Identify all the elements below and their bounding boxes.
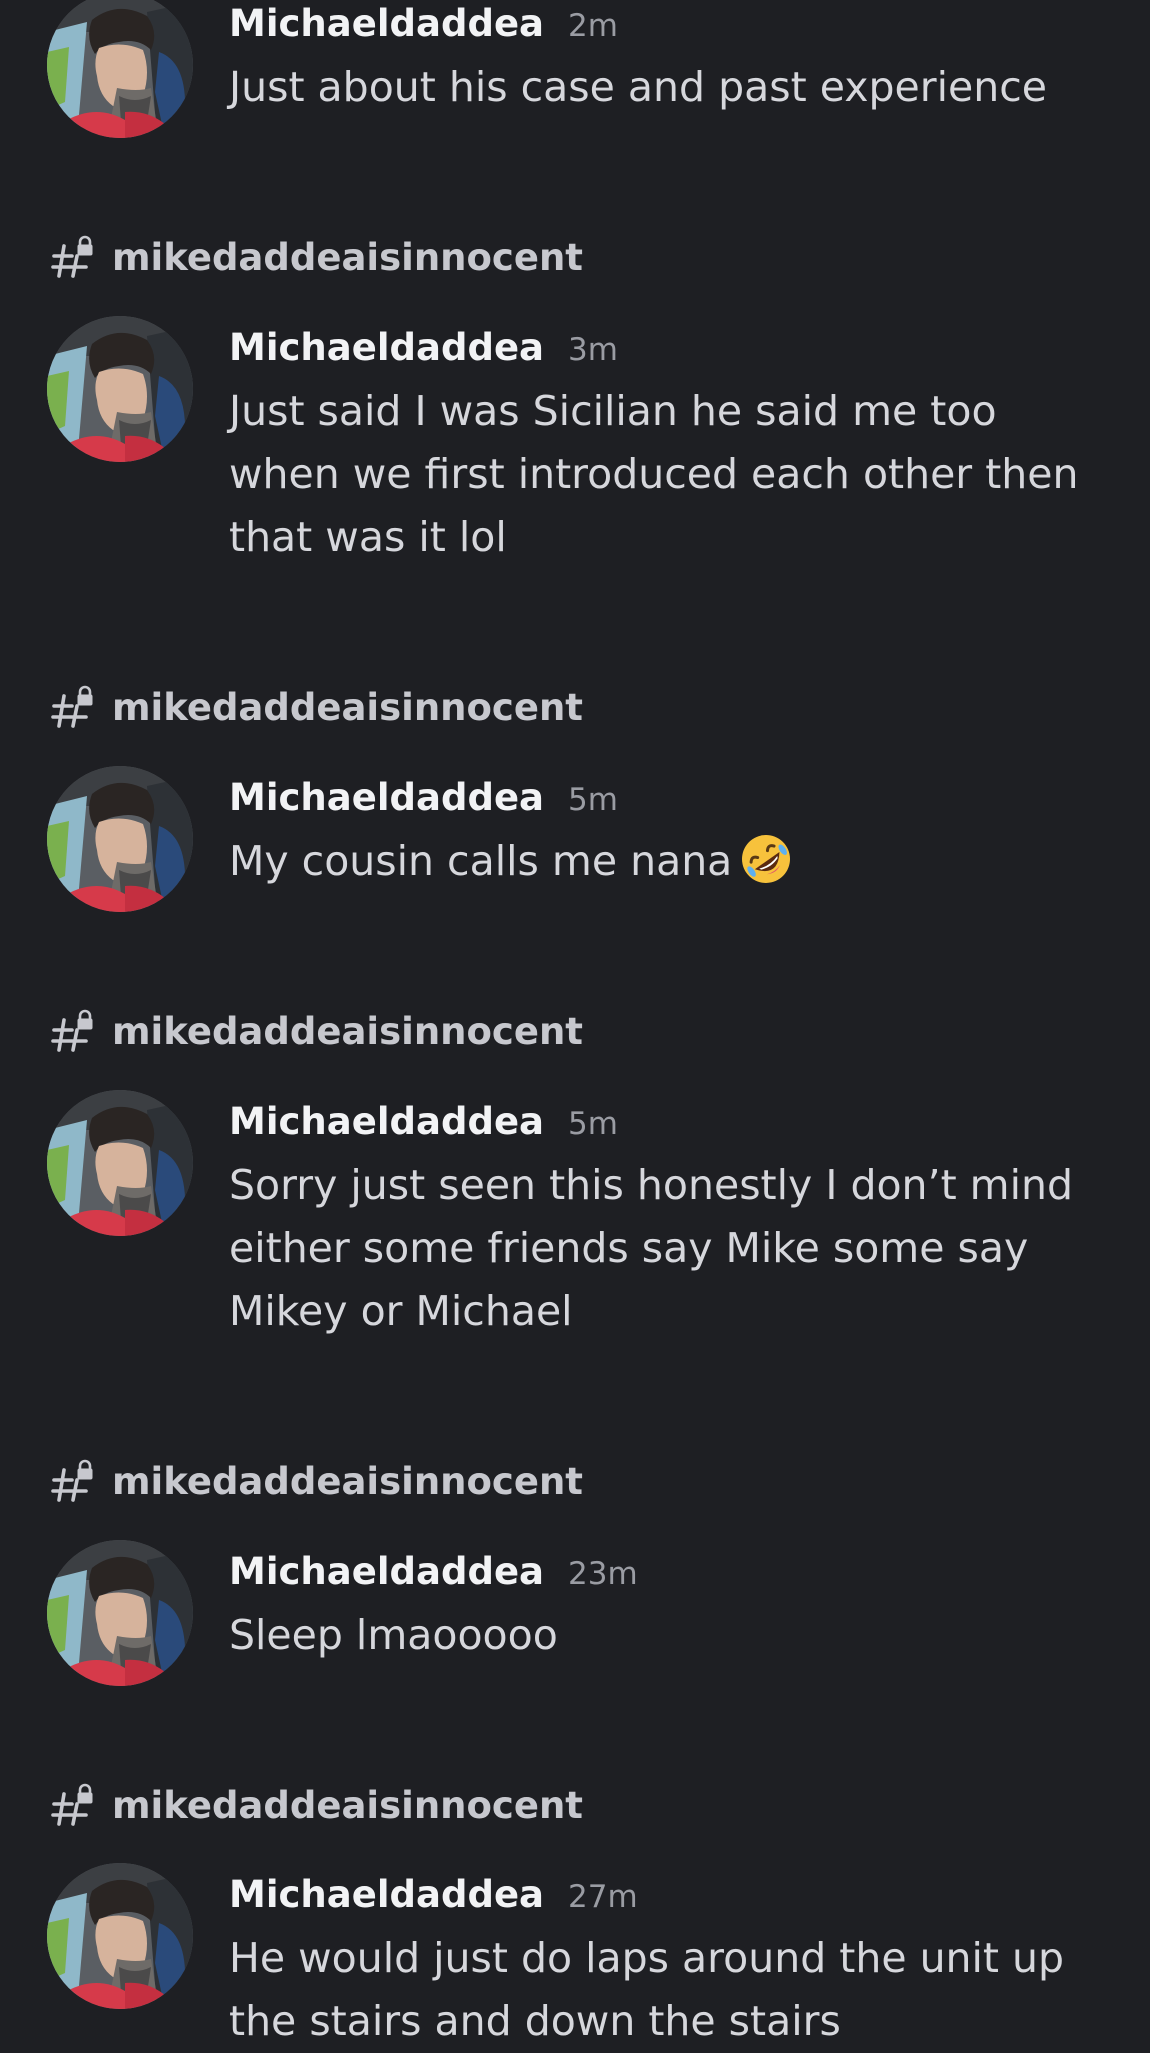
channel-name: mikedaddeaisinnocent	[112, 685, 583, 729]
message-line: He would just do laps around the unit up	[229, 1934, 1065, 1982]
avatar[interactable]	[47, 1090, 193, 1236]
message-line: Just said I was Sicilian he said me too	[229, 387, 997, 435]
message-body: Michaeldaddea 2m Just about his case and…	[229, 2, 1129, 119]
hashtag-lock-icon	[50, 1008, 112, 1054]
channel-header[interactable]: mikedaddeaisinnocent	[50, 679, 583, 735]
timestamp: 2m	[568, 8, 618, 44]
channel-name: mikedaddeaisinnocent	[112, 235, 583, 279]
message-body: Michaeldaddea 3m Just said I was Sicilia…	[229, 326, 1129, 569]
hashtag-lock-icon	[50, 1458, 112, 1504]
timestamp: 5m	[568, 1106, 618, 1142]
message-meta: Michaeldaddea 27m	[229, 1873, 1129, 1923]
channel-name: mikedaddeaisinnocent	[112, 1459, 583, 1503]
timestamp: 3m	[568, 332, 618, 368]
message-meta: Michaeldaddea 5m	[229, 776, 1129, 826]
message-body: Michaeldaddea 27m He would just do laps …	[229, 1873, 1129, 2053]
message-line: the stairs and down the stairs	[229, 1997, 841, 2045]
author-name[interactable]: Michaeldaddea	[229, 1100, 544, 1143]
message-line: Sorry just seen this honestly I don’t mi…	[229, 1161, 1074, 1209]
message-line: Mikey or Michael	[229, 1287, 573, 1335]
author-name[interactable]: Michaeldaddea	[229, 1550, 544, 1593]
message-line: Just about his case and past experience	[229, 63, 1047, 111]
message-body: Michaeldaddea 5m Sorry just seen this ho…	[229, 1100, 1129, 1343]
message-text: He would just do laps around the unit up…	[229, 1927, 1129, 2053]
message-line: when we first introduced each other then	[229, 450, 1079, 498]
channel-header[interactable]: mikedaddeaisinnocent	[50, 229, 583, 285]
message-body: Michaeldaddea 23m Sleep lmaooooo	[229, 1550, 1129, 1667]
author-name[interactable]: Michaeldaddea	[229, 776, 544, 819]
timestamp: 27m	[568, 1879, 638, 1915]
channel-name: mikedaddeaisinnocent	[112, 1783, 583, 1827]
message-text: My cousin calls me nana	[229, 830, 1129, 893]
message-meta: Michaeldaddea 3m	[229, 326, 1129, 376]
message-body: Michaeldaddea 5m My cousin calls me nana	[229, 776, 1129, 893]
message-text: Sleep lmaooooo	[229, 1604, 1129, 1667]
rolling-on-floor-laughing-emoji	[738, 831, 794, 887]
timestamp: 23m	[568, 1556, 638, 1592]
channel-header[interactable]: mikedaddeaisinnocent	[50, 1777, 583, 1833]
message-text: Just about his case and past experience	[229, 56, 1129, 119]
channel-header[interactable]: mikedaddeaisinnocent	[50, 1003, 583, 1059]
avatar[interactable]	[47, 0, 193, 138]
channel-name: mikedaddeaisinnocent	[112, 1009, 583, 1053]
hashtag-lock-icon	[50, 684, 112, 730]
message-line: that was it lol	[229, 513, 507, 561]
message-line: either some friends say Mike some say	[229, 1224, 1029, 1272]
author-name[interactable]: Michaeldaddea	[229, 326, 544, 369]
hashtag-lock-icon	[50, 234, 112, 280]
message-feed[interactable]: Michaeldaddea 2m Just about his case and…	[0, 0, 1150, 2049]
channel-header[interactable]: mikedaddeaisinnocent	[50, 1453, 583, 1509]
message-line: My cousin calls me nana	[229, 837, 733, 885]
message-line: Sleep lmaooooo	[229, 1611, 558, 1659]
message-meta: Michaeldaddea 5m	[229, 1100, 1129, 1150]
message-text: Sorry just seen this honestly I don’t mi…	[229, 1154, 1129, 1343]
message-text: Just said I was Sicilian he said me too …	[229, 380, 1129, 569]
timestamp: 5m	[568, 782, 618, 818]
message-meta: Michaeldaddea 23m	[229, 1550, 1129, 1600]
avatar[interactable]	[47, 766, 193, 912]
avatar[interactable]	[47, 1863, 193, 2009]
author-name[interactable]: Michaeldaddea	[229, 2, 544, 45]
message-meta: Michaeldaddea 2m	[229, 2, 1129, 52]
author-name[interactable]: Michaeldaddea	[229, 1873, 544, 1916]
hashtag-lock-icon	[50, 1782, 112, 1828]
avatar[interactable]	[47, 316, 193, 462]
avatar[interactable]	[47, 1540, 193, 1686]
